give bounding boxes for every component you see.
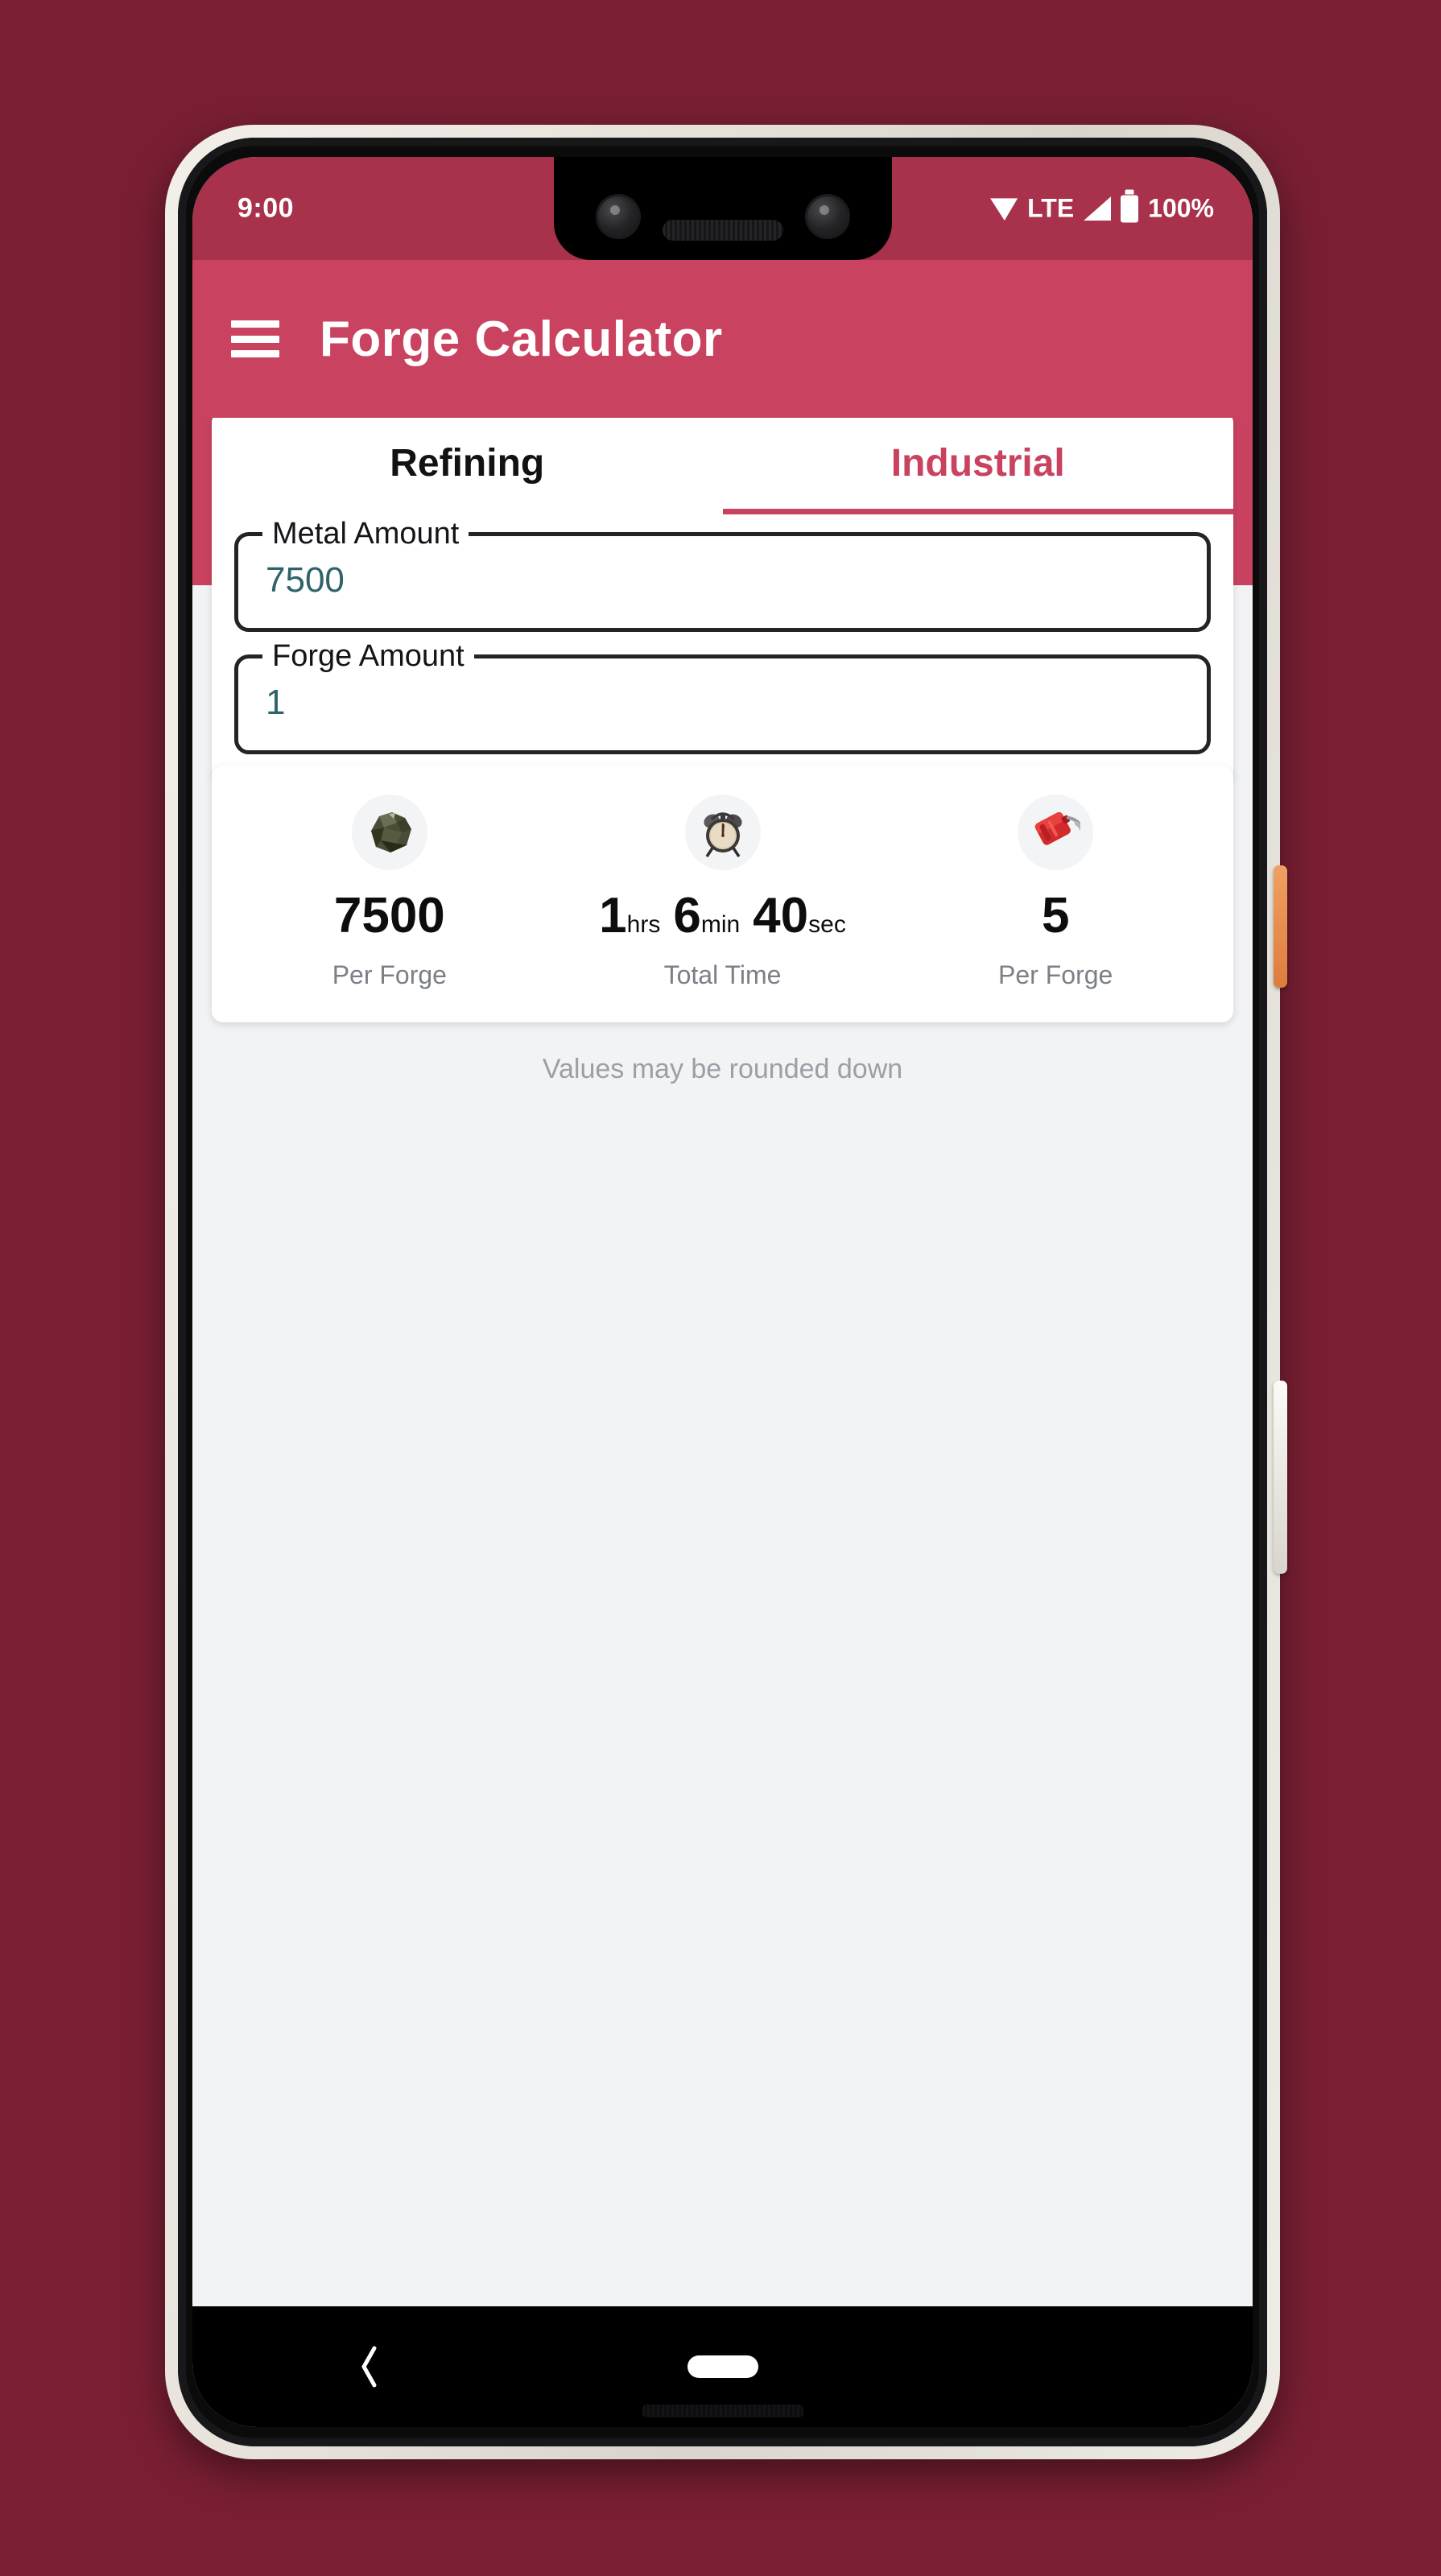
status-bar-clock: 9:00 <box>237 192 295 224</box>
fuel-per-forge-value: 5 <box>1041 888 1070 943</box>
hamburger-menu-icon[interactable] <box>231 320 279 357</box>
total-time-seconds: 40 <box>753 888 809 943</box>
total-time-value: 1 hrs 6 min 40 sec <box>599 891 846 941</box>
forge-amount-input[interactable]: 1 <box>266 683 285 723</box>
home-pill-icon[interactable] <box>687 2355 758 2378</box>
total-time-label: Total Time <box>663 960 782 989</box>
total-time-seconds-unit: sec <box>808 911 846 938</box>
footnote-text: Values may be rounded down <box>542 1054 903 1084</box>
phone-bezel: 9:00 LTE 100% Forge Calculator Refining … <box>178 138 1267 2446</box>
metal-amount-label: Metal Amount <box>262 517 469 551</box>
forge-amount-field[interactable]: Forge Amount 1 <box>234 639 1211 754</box>
tab-industrial-label: Industrial <box>890 441 1065 485</box>
power-button[interactable] <box>1274 865 1287 988</box>
phone-screen: 9:00 LTE 100% Forge Calculator Refining … <box>192 157 1253 2427</box>
android-ui-root: 9:00 LTE 100% Forge Calculator Refining … <box>192 157 1253 2427</box>
front-camera-right-icon <box>804 194 850 239</box>
alarm-clock-icon <box>684 795 761 870</box>
wifi-icon <box>990 198 1018 221</box>
result-metal-per-forge: 7500 Per Forge <box>223 795 556 990</box>
battery-percent-label: 100% <box>1148 193 1214 223</box>
app-bar: Forge Calculator <box>192 260 1253 418</box>
metal-amount-field[interactable]: Metal Amount 7500 <box>234 517 1211 632</box>
results-card: 7500 Per Forge 1 hrs 6 min 40 sec Total … <box>212 766 1233 1022</box>
input-fields: Metal Amount 7500 Forge Amount 1 <box>212 514 1233 782</box>
display-notch <box>516 157 892 260</box>
input-card: Refining Industrial Metal Amount 7500 Fo… <box>212 418 1233 782</box>
status-bar-indicators: LTE 100% <box>990 194 1214 224</box>
tab-industrial[interactable]: Industrial <box>723 418 1234 514</box>
ore-rock-icon <box>351 795 427 870</box>
volume-rocker-button[interactable] <box>1274 1381 1287 1574</box>
metal-amount-input[interactable]: 7500 <box>266 560 345 601</box>
network-type-label: LTE <box>1027 193 1075 223</box>
tab-refining[interactable]: Refining <box>212 418 723 514</box>
signal-icon <box>1084 196 1112 221</box>
phone-device-frame: 9:00 LTE 100% Forge Calculator Refining … <box>165 125 1287 2459</box>
battery-icon <box>1121 195 1139 222</box>
tab-active-indicator <box>722 509 1233 514</box>
fuel-can-icon <box>1018 795 1094 870</box>
result-fuel-per-forge: 5 Per Forge <box>889 795 1222 990</box>
app-content: Refining Industrial Metal Amount 7500 Fo… <box>192 418 1253 2306</box>
status-bar: 9:00 LTE 100% <box>192 157 1253 260</box>
total-time-hours-unit: hrs <box>626 911 661 938</box>
fuel-per-forge-label: Per Forge <box>998 960 1113 989</box>
back-chevron-icon[interactable] <box>192 2306 546 2427</box>
tab-bar: Refining Industrial <box>212 418 1233 514</box>
total-time-minutes: 6 <box>673 888 701 943</box>
earpiece-speaker-grille <box>662 220 783 241</box>
result-total-time: 1 hrs 6 min 40 sec Total Time <box>556 795 890 990</box>
metal-per-forge-label: Per Forge <box>332 960 447 989</box>
total-time-minutes-unit: min <box>700 911 741 938</box>
total-time-hours: 1 <box>599 888 627 943</box>
metal-per-forge-value: 7500 <box>333 888 445 943</box>
page-title: Forge Calculator <box>320 311 723 367</box>
tab-refining-label: Refining <box>390 441 545 485</box>
front-camera-left-icon <box>595 194 641 239</box>
bottom-speaker-grille <box>642 2405 803 2417</box>
forge-amount-label: Forge Amount <box>262 639 474 674</box>
